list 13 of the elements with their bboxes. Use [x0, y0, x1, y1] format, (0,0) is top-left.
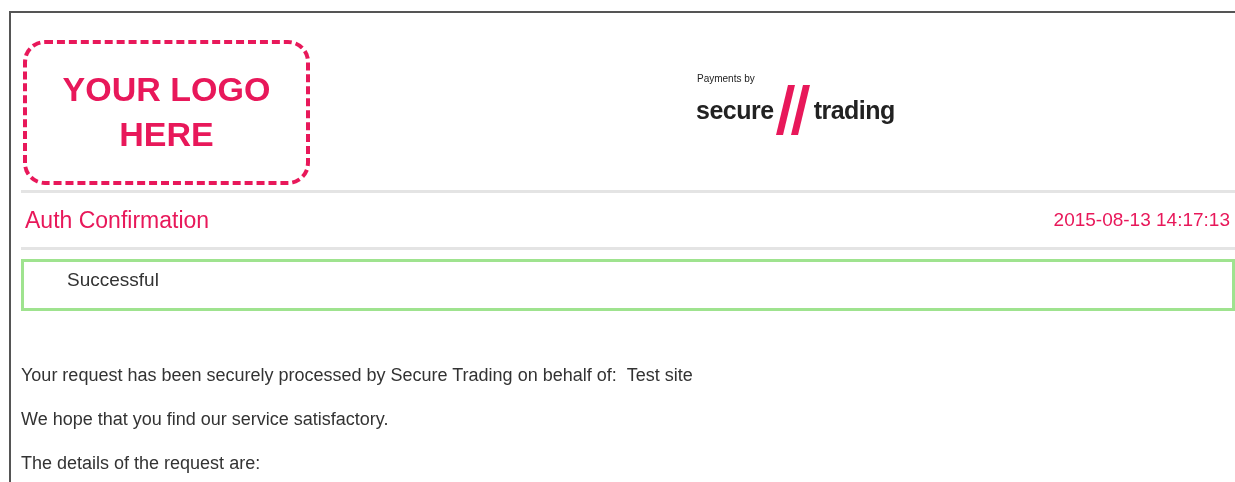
brand-tagline: Payments by: [697, 72, 756, 85]
paragraph: Your request has been securely processed by Secure Trading on behalf of:: [21, 365, 617, 385]
brand-name: trading: [813, 96, 895, 123]
site-name: Test site: [626, 365, 693, 385]
slash-icon: [775, 84, 812, 135]
paragraph: The details of the request are:: [21, 453, 261, 473]
status-message: Successful: [67, 269, 159, 290]
brand-name: secure: [696, 96, 774, 123]
logo-placeholder-text: HERE: [119, 114, 214, 155]
timestamp: 2015-08-13 14:17:13: [1053, 209, 1230, 231]
paragraph: We hope that you find our service satisfactory.: [21, 409, 389, 429]
page-title: Auth Confirmation: [25, 206, 210, 234]
logo-placeholder-text: YOUR LOGO: [62, 69, 271, 110]
